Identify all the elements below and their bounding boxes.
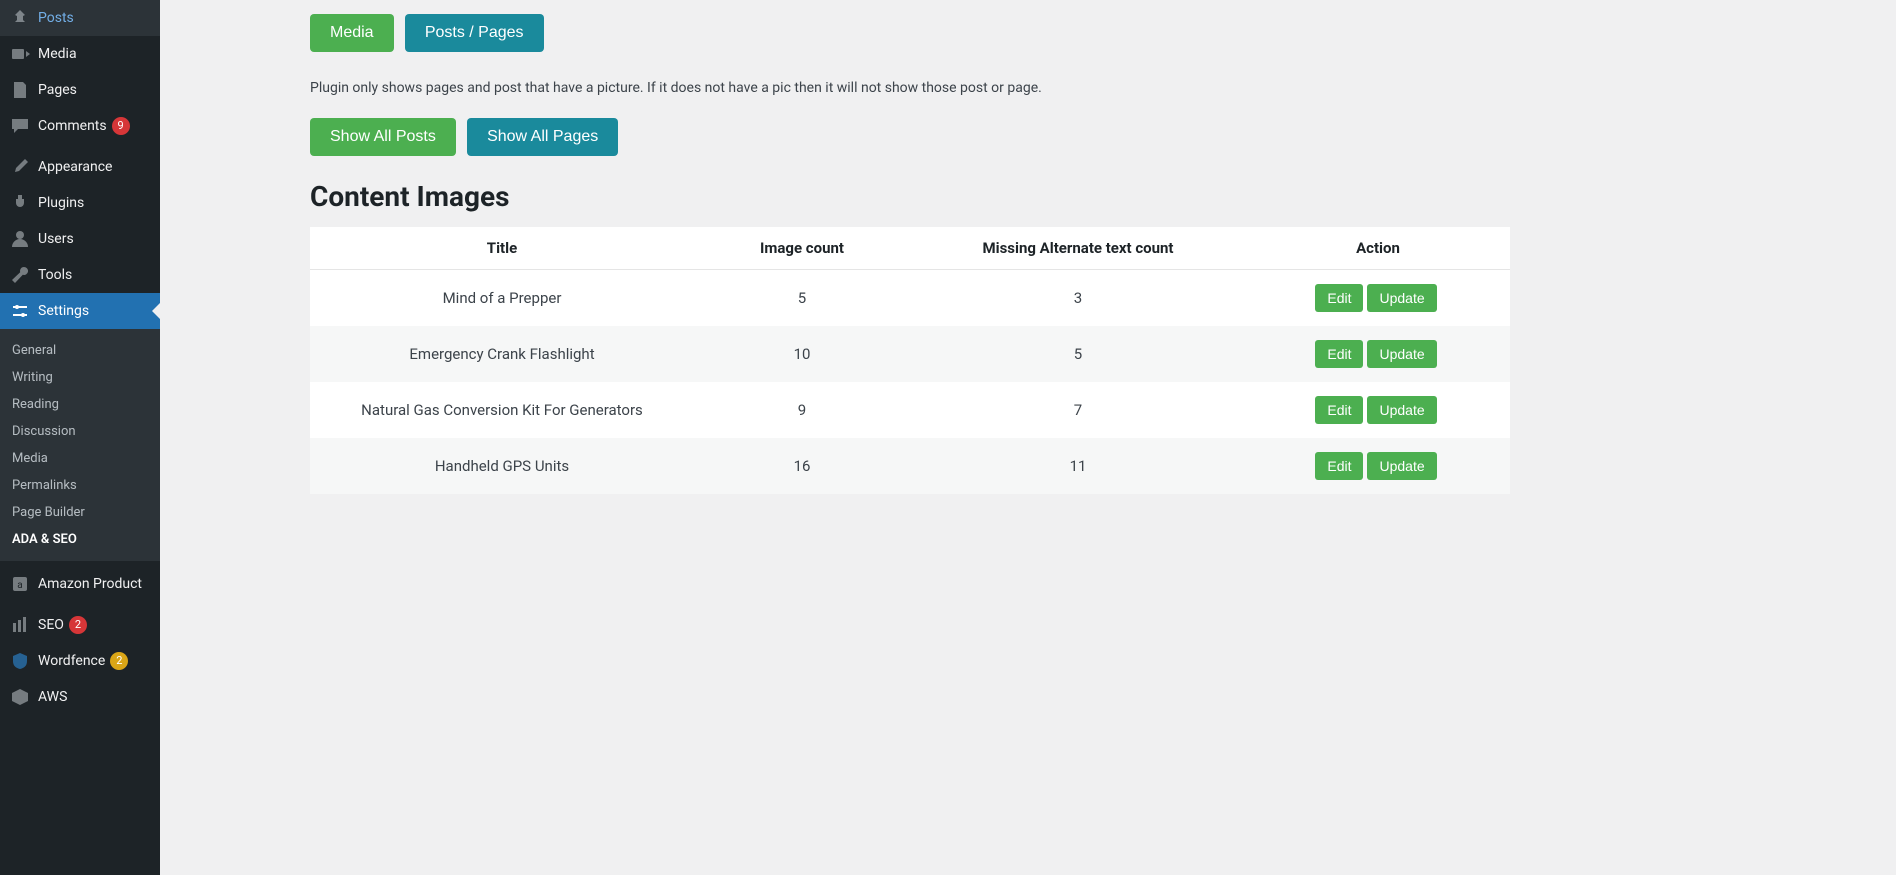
sidebar-item-appearance[interactable]: Appearance bbox=[0, 149, 160, 185]
content-tabs: Media Posts / Pages bbox=[310, 14, 1510, 52]
sidebar-item-media[interactable]: Media bbox=[0, 36, 160, 72]
table-row: Natural Gas Conversion Kit For Generator… bbox=[310, 382, 1510, 438]
edit-button[interactable]: Edit bbox=[1315, 396, 1363, 424]
sliders-icon bbox=[10, 301, 30, 321]
cell-image-count: 5 bbox=[694, 270, 910, 327]
submenu-item-media[interactable]: Media bbox=[0, 445, 160, 472]
edit-button[interactable]: Edit bbox=[1315, 452, 1363, 480]
page-icon bbox=[10, 80, 30, 100]
edit-button[interactable]: Edit bbox=[1315, 284, 1363, 312]
show-buttons-row: Show All Posts Show All Pages bbox=[310, 118, 1510, 156]
notification-badge: 2 bbox=[110, 652, 128, 670]
seo-icon bbox=[10, 615, 30, 635]
sidebar-item-label: Amazon Product bbox=[38, 575, 142, 593]
sidebar-item-label: Wordfence bbox=[38, 652, 105, 670]
update-button[interactable]: Update bbox=[1367, 284, 1436, 312]
sidebar-item-posts[interactable]: Posts bbox=[0, 0, 160, 36]
sidebar-item-label: Pages bbox=[38, 81, 77, 99]
sidebar-item-label: Posts bbox=[38, 9, 74, 27]
col-title: Title bbox=[310, 227, 694, 270]
submenu-item-writing[interactable]: Writing bbox=[0, 364, 160, 391]
notification-badge: 2 bbox=[69, 616, 87, 634]
cell-missing-alt: 5 bbox=[910, 326, 1246, 382]
admin-sidebar: Posts Media Pages Comments 9 Appearance Plugin… bbox=[0, 0, 160, 875]
sidebar-item-label: Comments bbox=[38, 117, 107, 135]
table-row: Emergency Crank Flashlight105EditUpdate bbox=[310, 326, 1510, 382]
sidebar-item-wordfence[interactable]: Wordfence 2 bbox=[0, 643, 160, 679]
cell-missing-alt: 11 bbox=[910, 438, 1246, 494]
submenu-item-permalinks[interactable]: Permalinks bbox=[0, 472, 160, 499]
cell-image-count: 10 bbox=[694, 326, 910, 382]
edit-button[interactable]: Edit bbox=[1315, 340, 1363, 368]
main-content: Media Posts / Pages Plugin only shows pa… bbox=[160, 0, 1896, 875]
sidebar-item-label: Tools bbox=[38, 266, 72, 284]
cell-action: EditUpdate bbox=[1246, 382, 1510, 438]
col-image-count: Image count bbox=[694, 227, 910, 270]
sidebar-item-tools[interactable]: Tools bbox=[0, 257, 160, 293]
sidebar-item-pages[interactable]: Pages bbox=[0, 72, 160, 108]
update-button[interactable]: Update bbox=[1367, 340, 1436, 368]
box-icon bbox=[10, 687, 30, 707]
sidebar-item-label: SEO bbox=[38, 616, 64, 634]
sidebar-item-label: Media bbox=[38, 45, 77, 63]
tab-posts-pages[interactable]: Posts / Pages bbox=[405, 14, 544, 52]
col-action: Action bbox=[1246, 227, 1510, 270]
svg-text:a: a bbox=[17, 580, 22, 591]
col-missing-alt: Missing Alternate text count bbox=[910, 227, 1246, 270]
plug-icon bbox=[10, 193, 30, 213]
cell-missing-alt: 3 bbox=[910, 270, 1246, 327]
sidebar-item-label: Settings bbox=[38, 302, 89, 320]
user-icon bbox=[10, 229, 30, 249]
tab-media[interactable]: Media bbox=[310, 14, 394, 52]
cell-action: EditUpdate bbox=[1246, 270, 1510, 327]
sidebar-item-aws[interactable]: AWS bbox=[0, 679, 160, 715]
sidebar-item-comments[interactable]: Comments 9 bbox=[0, 108, 160, 144]
cell-action: EditUpdate bbox=[1246, 326, 1510, 382]
sidebar-item-settings[interactable]: Settings bbox=[0, 293, 160, 329]
notification-badge: 9 bbox=[112, 117, 130, 135]
sidebar-item-label: Appearance bbox=[38, 158, 112, 176]
cell-title: Natural Gas Conversion Kit For Generator… bbox=[310, 382, 694, 438]
sidebar-item-plugins[interactable]: Plugins bbox=[0, 185, 160, 221]
cell-image-count: 9 bbox=[694, 382, 910, 438]
amazon-icon: a bbox=[10, 574, 30, 594]
sidebar-item-label: Users bbox=[38, 230, 74, 248]
media-icon bbox=[10, 44, 30, 64]
update-button[interactable]: Update bbox=[1367, 396, 1436, 424]
pin-icon bbox=[10, 8, 30, 28]
cell-title: Handheld GPS Units bbox=[310, 438, 694, 494]
show-all-posts-button[interactable]: Show All Posts bbox=[310, 118, 456, 156]
cell-missing-alt: 7 bbox=[910, 382, 1246, 438]
table-row: Mind of a Prepper53EditUpdate bbox=[310, 270, 1510, 327]
comment-icon bbox=[10, 116, 30, 136]
brush-icon bbox=[10, 157, 30, 177]
section-heading: Content Images bbox=[310, 180, 1510, 213]
submenu-item-adaseo[interactable]: ADA & SEO bbox=[0, 526, 160, 553]
wrench-icon bbox=[10, 265, 30, 285]
content-images-table: Title Image count Missing Alternate text… bbox=[310, 227, 1510, 494]
cell-action: EditUpdate bbox=[1246, 438, 1510, 494]
sidebar-submenu: GeneralWritingReadingDiscussionMediaPerm… bbox=[0, 329, 160, 561]
sidebar-item-label: Plugins bbox=[38, 194, 84, 212]
shield-icon bbox=[10, 651, 30, 671]
cell-title: Emergency Crank Flashlight bbox=[310, 326, 694, 382]
sidebar-item-users[interactable]: Users bbox=[0, 221, 160, 257]
update-button[interactable]: Update bbox=[1367, 452, 1436, 480]
cell-image-count: 16 bbox=[694, 438, 910, 494]
helper-text: Plugin only shows pages and post that ha… bbox=[310, 80, 1510, 96]
sidebar-item-amazon[interactable]: a Amazon Product bbox=[0, 566, 160, 602]
show-all-pages-button[interactable]: Show All Pages bbox=[467, 118, 618, 156]
cell-title: Mind of a Prepper bbox=[310, 270, 694, 327]
submenu-item-general[interactable]: General bbox=[0, 337, 160, 364]
submenu-item-pagebuilder[interactable]: Page Builder bbox=[0, 499, 160, 526]
submenu-item-discussion[interactable]: Discussion bbox=[0, 418, 160, 445]
submenu-item-reading[interactable]: Reading bbox=[0, 391, 160, 418]
sidebar-item-label: AWS bbox=[38, 688, 67, 706]
sidebar-item-seo[interactable]: SEO 2 bbox=[0, 607, 160, 643]
table-row: Handheld GPS Units1611EditUpdate bbox=[310, 438, 1510, 494]
